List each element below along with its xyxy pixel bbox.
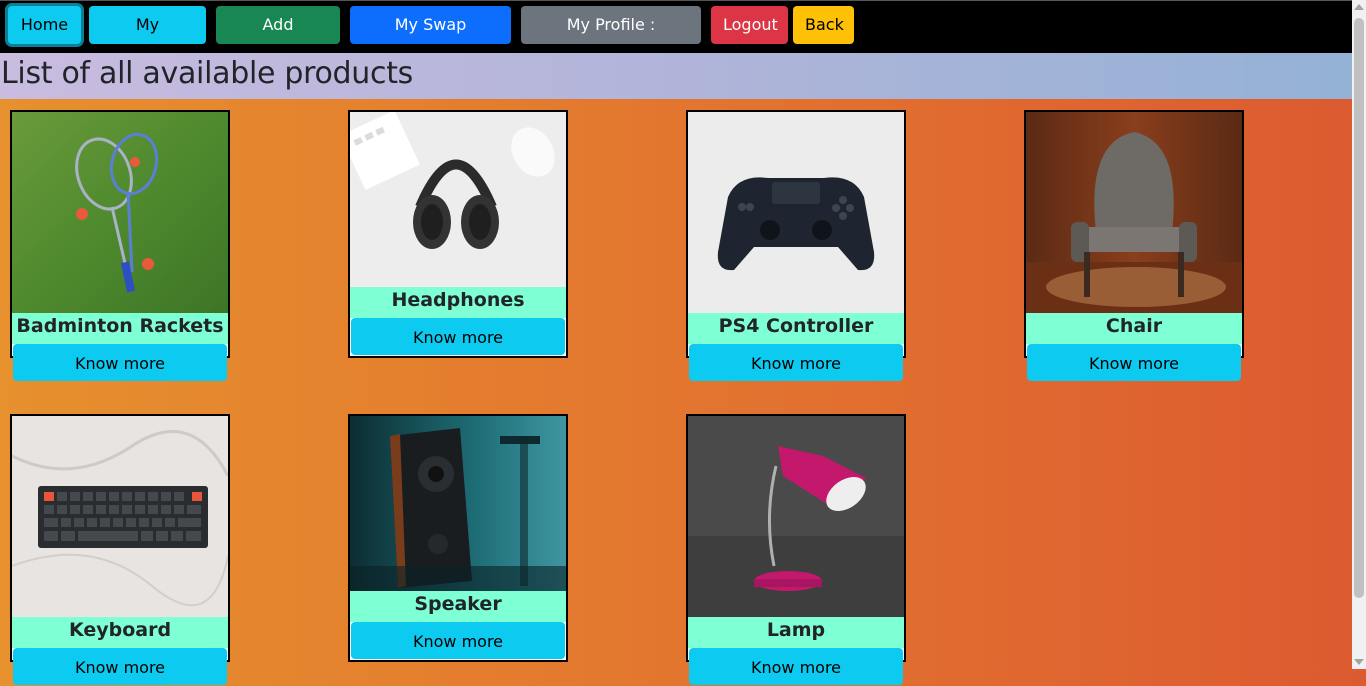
product-card-badminton-rackets: Badminton Rackets	[10, 110, 230, 358]
headphones-image	[350, 112, 566, 287]
lamp-image	[688, 416, 904, 617]
know-more-button[interactable]: Know more	[351, 622, 565, 659]
product-name: Chair	[1026, 313, 1242, 344]
page-title: List of all available products	[1, 56, 413, 91]
scroll-up-arrow-icon[interactable]	[1354, 4, 1364, 10]
scroll-down-arrow-icon[interactable]	[1354, 659, 1364, 665]
know-more-button[interactable]: Know more	[351, 318, 565, 355]
my-products-button[interactable]: My Products	[89, 6, 206, 72]
product-name: Badminton Rackets	[12, 313, 228, 344]
know-more-button[interactable]: Know more	[1027, 344, 1241, 381]
product-card-keyboard: Keyboard	[10, 414, 230, 662]
product-name: Speaker	[350, 591, 566, 622]
navbar: Home My Products Add Products My Swap Re…	[0, 0, 1352, 72]
product-card-ps4-controller: PS4 Controller	[686, 110, 906, 358]
add-products-button[interactable]: Add Products	[216, 6, 340, 72]
keyboard-image	[12, 416, 228, 617]
back-button[interactable]: Back	[793, 6, 854, 44]
product-card-chair: Chair	[1024, 110, 1244, 358]
title-bar: List of all available products	[0, 53, 1352, 99]
know-more-button[interactable]: Know more	[13, 344, 227, 381]
product-card-lamp: Lamp	[686, 414, 906, 662]
badminton-rackets-image	[12, 112, 228, 313]
product-name: Headphones	[350, 287, 566, 318]
home-button[interactable]: Home	[8, 6, 81, 44]
product-name: Keyboard	[12, 617, 228, 648]
speaker-image	[350, 416, 566, 591]
know-more-button[interactable]: Know more	[13, 648, 227, 685]
know-more-button[interactable]: Know more	[689, 648, 903, 685]
product-name: Lamp	[688, 617, 904, 648]
logout-button[interactable]: Logout	[711, 6, 788, 44]
chair-image	[1026, 112, 1242, 313]
know-more-button[interactable]: Know more	[689, 344, 903, 381]
scroll-thumb[interactable]	[1354, 18, 1364, 598]
swap-requests-button[interactable]: My Swap Requests	[350, 6, 511, 72]
ps4-controller-image	[688, 112, 904, 313]
vertical-scrollbar[interactable]	[1352, 0, 1366, 669]
profile-button[interactable]: My Profile : Shubham	[521, 6, 701, 72]
product-name: PS4 Controller	[688, 313, 904, 344]
